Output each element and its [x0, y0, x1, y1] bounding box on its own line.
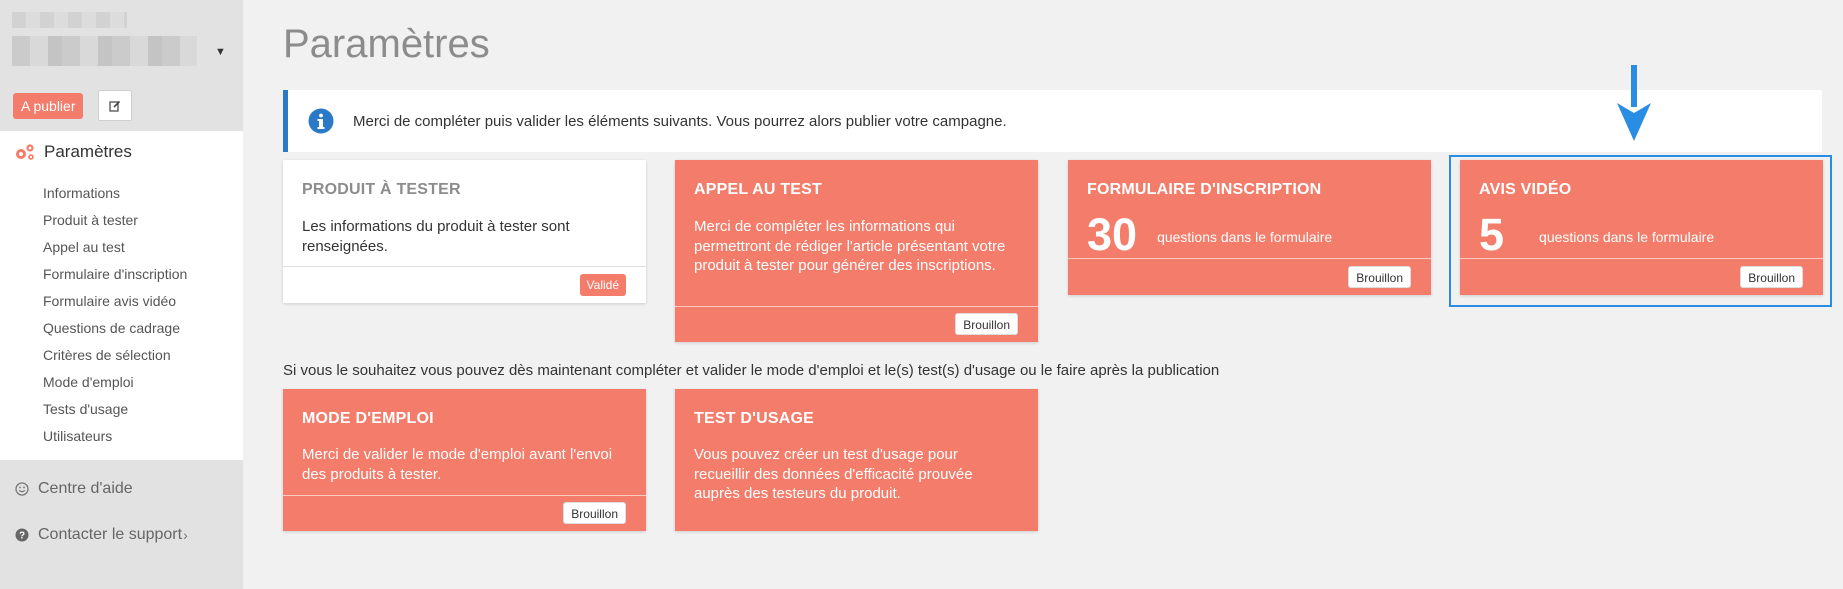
- info-icon: [308, 108, 334, 134]
- page-title: Paramètres: [283, 22, 490, 66]
- blurred-campaign-name[interactable]: [12, 36, 197, 66]
- card-title: TEST D'USAGE: [694, 410, 814, 427]
- card-avis-video[interactable]: AVIS VIDÉO 5 questions dans le formulair…: [1460, 160, 1823, 295]
- edit-button[interactable]: [98, 90, 132, 121]
- question-count-label: questions dans le formulaire: [1539, 229, 1715, 245]
- card-description: Merci de compléter les informations qui …: [694, 218, 1006, 274]
- chevron-right-icon: ›: [183, 527, 188, 543]
- card-title: APPEL AU TEST: [694, 181, 822, 198]
- contact-support-link[interactable]: ? Contacter le support ›: [15, 526, 188, 544]
- card-footer: Brouillon: [1068, 258, 1431, 295]
- publish-button[interactable]: A publier: [13, 93, 84, 119]
- help-center-link[interactable]: Centre d'aide: [15, 480, 133, 498]
- card-formulaire-inscription[interactable]: FORMULAIRE D'INSCRIPTION 30 questions da…: [1068, 160, 1431, 295]
- sidebar-item-formulaire-avis[interactable]: Formulaire avis vidéo: [43, 292, 187, 319]
- gears-icon: [16, 144, 34, 160]
- card-appel-au-test[interactable]: APPEL AU TEST Merci de compléter les inf…: [675, 160, 1038, 342]
- question-count-value: 30: [1087, 209, 1138, 260]
- card-test-usage[interactable]: TEST D'USAGE Vous pouvez créer un test d…: [675, 389, 1038, 531]
- blurred-account-name: [12, 12, 127, 28]
- sidebar-item-formulaire-inscription[interactable]: Formulaire d'inscription: [43, 265, 187, 292]
- sidebar-item-mode-emploi[interactable]: Mode d'emploi: [43, 373, 187, 400]
- status-badge: Brouillon: [955, 313, 1018, 335]
- edit-icon: [109, 100, 121, 112]
- question-count: 5 questions dans le formulaire: [1479, 210, 1714, 260]
- sidebar-item-questions-cadrage[interactable]: Questions de cadrage: [43, 319, 187, 346]
- settings-menu: Paramètres Informations Produit à tester…: [0, 131, 243, 460]
- question-count: 30 questions dans le formulaire: [1087, 210, 1332, 260]
- arrow-down-icon: [1617, 65, 1651, 141]
- info-message: Merci de compléter puis valider les élém…: [353, 112, 1007, 130]
- sidebar: ▼ A publier Paramètres Informations Prod…: [0, 0, 243, 589]
- card-title: PRODUIT À TESTER: [302, 181, 461, 198]
- card-description: Les informations du produit à tester son…: [302, 218, 570, 255]
- sidebar-item-appel[interactable]: Appel au test: [43, 238, 187, 265]
- settings-nav: Informations Produit à tester Appel au t…: [43, 184, 187, 454]
- info-banner: Merci de compléter puis valider les élém…: [283, 90, 1822, 152]
- smile-icon: [15, 482, 29, 496]
- card-title: AVIS VIDÉO: [1479, 181, 1572, 198]
- card-description: Merci de valider le mode d'emploi avant …: [302, 446, 613, 483]
- sidebar-item-tests-usage[interactable]: Tests d'usage: [43, 400, 187, 427]
- card-mode-emploi[interactable]: MODE D'EMPLOI Merci de valider le mode d…: [283, 389, 646, 531]
- card-footer: Brouillon: [283, 495, 646, 531]
- sidebar-item-criteres[interactable]: Critères de sélection: [43, 346, 187, 373]
- card-description: Vous pouvez créer un test d'usage pour r…: [694, 446, 973, 502]
- sidebar-item-utilisateurs[interactable]: Utilisateurs: [43, 427, 187, 454]
- sidebar-footer: Centre d'aide ? Contacter le support ›: [0, 460, 243, 589]
- card-footer: Brouillon: [675, 306, 1038, 342]
- status-badge: Brouillon: [563, 502, 626, 524]
- card-produit-a-tester[interactable]: PRODUIT À TESTER Les informations du pro…: [283, 160, 646, 303]
- optional-steps-note: Si vous le souhaitez vous pouvez dès mai…: [283, 362, 1220, 379]
- settings-heading[interactable]: Paramètres: [14, 142, 132, 162]
- help-center-label: Centre d'aide: [38, 480, 133, 497]
- caret-down-icon[interactable]: ▼: [215, 46, 226, 58]
- svg-text:?: ?: [19, 531, 25, 542]
- campaign-header: ▼ A publier: [0, 0, 243, 131]
- status-badge: Validé: [579, 274, 626, 296]
- card-footer: Validé: [283, 266, 646, 303]
- contact-support-label: Contacter le support: [38, 526, 183, 543]
- sidebar-item-informations[interactable]: Informations: [43, 184, 187, 211]
- sidebar-item-produit[interactable]: Produit à tester: [43, 211, 187, 238]
- card-footer: Brouillon: [1460, 258, 1823, 295]
- question-count-label: questions dans le formulaire: [1157, 229, 1333, 245]
- question-count-value: 5: [1479, 209, 1505, 260]
- settings-heading-label: Paramètres: [44, 142, 132, 161]
- card-title: FORMULAIRE D'INSCRIPTION: [1087, 181, 1322, 198]
- question-circle-icon: ?: [15, 528, 29, 542]
- status-badge: Brouillon: [1348, 266, 1411, 288]
- card-title: MODE D'EMPLOI: [302, 410, 434, 427]
- status-badge: Brouillon: [1740, 266, 1803, 288]
